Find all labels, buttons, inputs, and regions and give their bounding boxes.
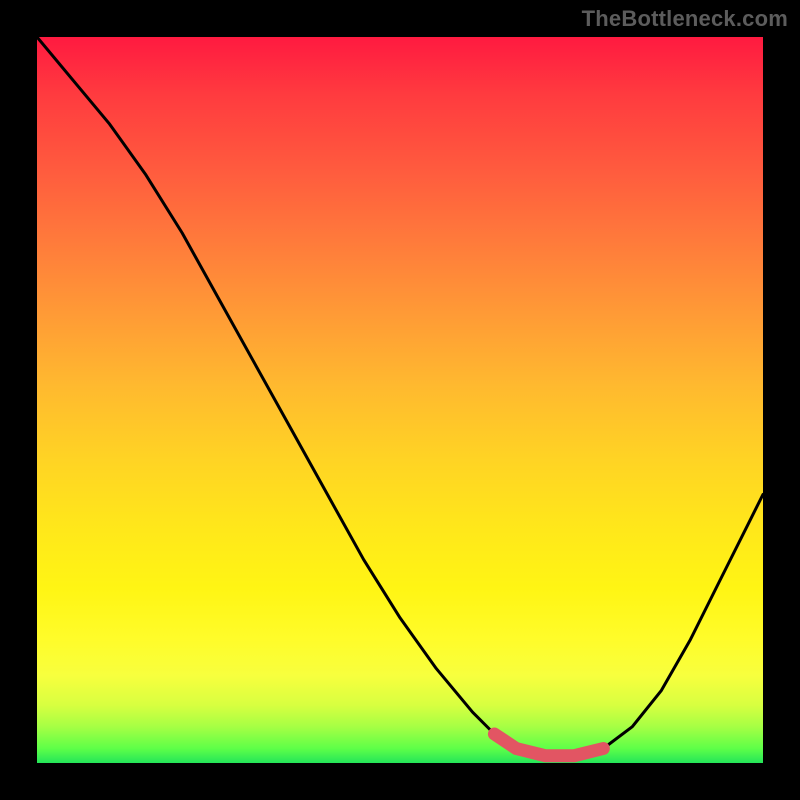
chart-curve-highlight — [494, 734, 603, 756]
chart-curve-main — [37, 37, 763, 756]
chart-svg — [37, 37, 763, 763]
watermark-text: TheBottleneck.com — [582, 6, 788, 32]
chart-plot-area — [37, 37, 763, 763]
